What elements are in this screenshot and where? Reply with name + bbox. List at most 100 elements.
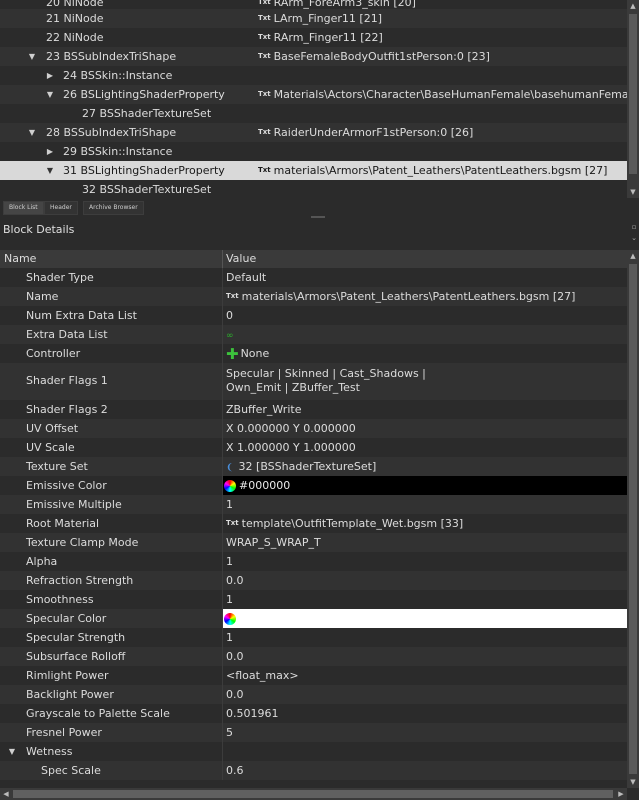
property-row[interactable]: Fresnel Power 5 <box>0 723 627 742</box>
property-row[interactable]: Backlight Power 0.0 <box>0 685 627 704</box>
scroll-down-icon[interactable]: ▼ <box>627 186 639 198</box>
tree-row[interactable]: ▼ 23 BSSubIndexTriShape Txt BaseFemaleBod… <box>0 47 627 66</box>
expand-arrow-icon[interactable]: ▼ <box>44 85 56 104</box>
property-value[interactable]: 0.6 <box>226 761 244 780</box>
property-value[interactable]: 0.0 <box>226 647 244 666</box>
property-value[interactable]: 5 <box>226 723 233 742</box>
property-name: Spec Scale <box>41 764 101 777</box>
scrollbar-thumb[interactable] <box>629 264 637 774</box>
float-icon[interactable]: ▫ <box>631 222 637 233</box>
expand-arrow-icon[interactable]: ▼ <box>26 47 38 66</box>
tree-row[interactable]: 27 BSShaderTextureSet <box>0 104 627 123</box>
column-name[interactable]: Name <box>4 250 36 268</box>
property-value[interactable]: 1 <box>226 495 233 514</box>
property-row[interactable]: Shader Flags 2 ZBuffer_Write <box>0 400 627 419</box>
column-divider[interactable] <box>222 250 223 268</box>
property-value[interactable]: ❨ 32 [BSShaderTextureSet] <box>226 457 376 478</box>
details-scrollbar[interactable]: ▲ ▼ <box>627 250 639 788</box>
tree-row-name: 26 BSLightingShaderProperty <box>63 88 225 101</box>
property-row[interactable]: Root Material Txt template\OutfitTemplate_… <box>0 514 627 533</box>
property-value[interactable]: 1 <box>226 590 233 609</box>
scrollbar-thumb[interactable] <box>13 790 613 798</box>
property-value[interactable]: ✚ None <box>226 344 269 364</box>
property-value[interactable]: ZBuffer_Write <box>226 400 301 419</box>
property-row[interactable]: Emissive Multiple 1 <box>0 495 627 514</box>
property-row[interactable]: Shader Type Default <box>0 268 627 287</box>
property-value[interactable]: X 0.000000 Y 0.000000 <box>226 419 356 438</box>
property-row[interactable]: Smoothness 1 <box>0 590 627 609</box>
property-row[interactable]: Spec Scale 0.6 <box>0 761 627 780</box>
property-row[interactable]: Emissive Color #000000 <box>0 476 627 495</box>
property-value[interactable] <box>224 609 239 628</box>
scroll-up-icon[interactable]: ▲ <box>627 250 639 262</box>
property-row[interactable]: Refraction Strength 0.0 <box>0 571 627 590</box>
property-value[interactable]: 1 <box>226 552 233 571</box>
scroll-up-icon[interactable]: ▲ <box>627 0 639 12</box>
property-value[interactable]: 0 <box>226 306 233 325</box>
property-value[interactable]: 0.0 <box>226 571 244 590</box>
property-row[interactable]: UV Scale X 1.000000 Y 1.000000 <box>0 438 627 457</box>
expand-arrow-icon[interactable]: ▼ <box>26 123 38 142</box>
property-row[interactable]: Alpha 1 <box>0 552 627 571</box>
horizontal-scrollbar[interactable]: ◀ ▶ <box>0 788 627 800</box>
property-row[interactable]: Controller ✚ None <box>0 344 627 363</box>
property-value[interactable]: ∞ <box>226 325 234 346</box>
block-list-tree[interactable]: 20 NiNode Txt RArm_ForeArm3_skin [20] 21 … <box>0 0 627 198</box>
tree-row[interactable]: ▼ 26 BSLightingShaderProperty Txt Materia… <box>0 85 627 104</box>
scrollbar-thumb[interactable] <box>629 14 637 174</box>
panel-controls[interactable]: ▫ ⌄ <box>631 222 637 244</box>
tree-row[interactable]: ▼ 28 BSSubIndexTriShape Txt RaiderUnderAr… <box>0 123 627 142</box>
property-row[interactable]: Subsurface Rolloff 0.0 <box>0 647 627 666</box>
close-icon[interactable]: ⌄ <box>631 233 637 244</box>
property-value[interactable]: 0.0 <box>226 685 244 704</box>
tab-header[interactable]: Header <box>44 201 78 215</box>
tree-row-name: 24 BSSkin::Instance <box>63 69 173 82</box>
property-value[interactable]: X 1.000000 Y 1.000000 <box>226 438 356 457</box>
tree-scrollbar[interactable]: ▲ ▼ <box>627 0 639 198</box>
color-wheel-icon[interactable] <box>224 480 236 492</box>
panel-splitter[interactable] <box>311 216 325 218</box>
tree-row[interactable]: 21 NiNode Txt LArm_Finger11 [21] <box>0 9 627 28</box>
scroll-down-icon[interactable]: ▼ <box>627 776 639 788</box>
property-row[interactable]: Name Txt materials\Armors\Patent_Leathers\… <box>0 287 627 306</box>
property-row-group[interactable]: ▼ Wetness <box>0 742 627 761</box>
scroll-left-icon[interactable]: ◀ <box>0 788 12 800</box>
property-value[interactable]: Default <box>226 268 266 287</box>
add-icon[interactable]: ✚ <box>226 345 239 363</box>
property-row[interactable]: Texture Clamp Mode WRAP_S_WRAP_T <box>0 533 627 552</box>
property-value[interactable]: Txt materials\Armors\Patent_Leathers\Pate… <box>226 287 575 306</box>
tree-row[interactable]: ▶ 24 BSSkin::Instance <box>0 66 627 85</box>
tree-row[interactable]: 32 BSShaderTextureSet <box>0 180 627 198</box>
property-row[interactable]: Specular Color <box>0 609 627 628</box>
property-value[interactable]: <float_max> <box>226 666 299 685</box>
tree-row[interactable]: ▶ 29 BSSkin::Instance <box>0 142 627 161</box>
property-row[interactable]: Texture Set ❨ 32 [BSShaderTextureSet] <box>0 457 627 476</box>
property-value[interactable]: Txt template\OutfitTemplate_Wet.bgsm [33] <box>226 514 463 533</box>
collapse-arrow-icon[interactable]: ▼ <box>6 742 18 761</box>
block-details-grid[interactable]: Shader Type Default Name Txt materials\Armo… <box>0 268 627 788</box>
property-value[interactable]: 0.501961 <box>226 704 279 723</box>
column-value[interactable]: Value <box>226 250 256 268</box>
specular-color-swatch[interactable] <box>223 609 627 628</box>
color-wheel-icon[interactable] <box>224 613 236 625</box>
property-row[interactable]: Specular Strength 1 <box>0 628 627 647</box>
tab-block-list[interactable]: Block List <box>3 201 44 215</box>
tree-row[interactable]: 22 NiNode Txt RArm_Finger11 [22] <box>0 28 627 47</box>
expand-arrow-icon[interactable]: ▼ <box>44 161 56 180</box>
property-value[interactable]: WRAP_S_WRAP_T <box>226 533 321 552</box>
property-value[interactable]: 1 <box>226 628 233 647</box>
property-row[interactable]: Num Extra Data List 0 <box>0 306 627 325</box>
property-row[interactable]: Grayscale to Palette Scale 0.501961 <box>0 704 627 723</box>
property-row[interactable]: Shader Flags 1 Specular | Skinned | Cast_… <box>0 363 627 400</box>
expand-arrow-icon[interactable]: ▶ <box>44 66 56 85</box>
property-value[interactable]: #000000 <box>224 476 290 495</box>
property-row[interactable]: Extra Data List ∞ <box>0 325 627 344</box>
expand-arrow-icon[interactable]: ▶ <box>44 142 56 161</box>
tab-archive-browser[interactable]: Archive Browser <box>83 201 144 215</box>
property-value[interactable]: Specular | Skinned | Cast_Shadows | Own_E… <box>226 367 426 395</box>
tree-row-selected[interactable]: ▼ 31 BSLightingShaderProperty Txt materia… <box>0 161 627 180</box>
property-value-text: 32 [BSShaderTextureSet] <box>238 460 377 473</box>
property-row[interactable]: UV Offset X 0.000000 Y 0.000000 <box>0 419 627 438</box>
property-row[interactable]: Rimlight Power <float_max> <box>0 666 627 685</box>
scroll-right-icon[interactable]: ▶ <box>615 788 627 800</box>
